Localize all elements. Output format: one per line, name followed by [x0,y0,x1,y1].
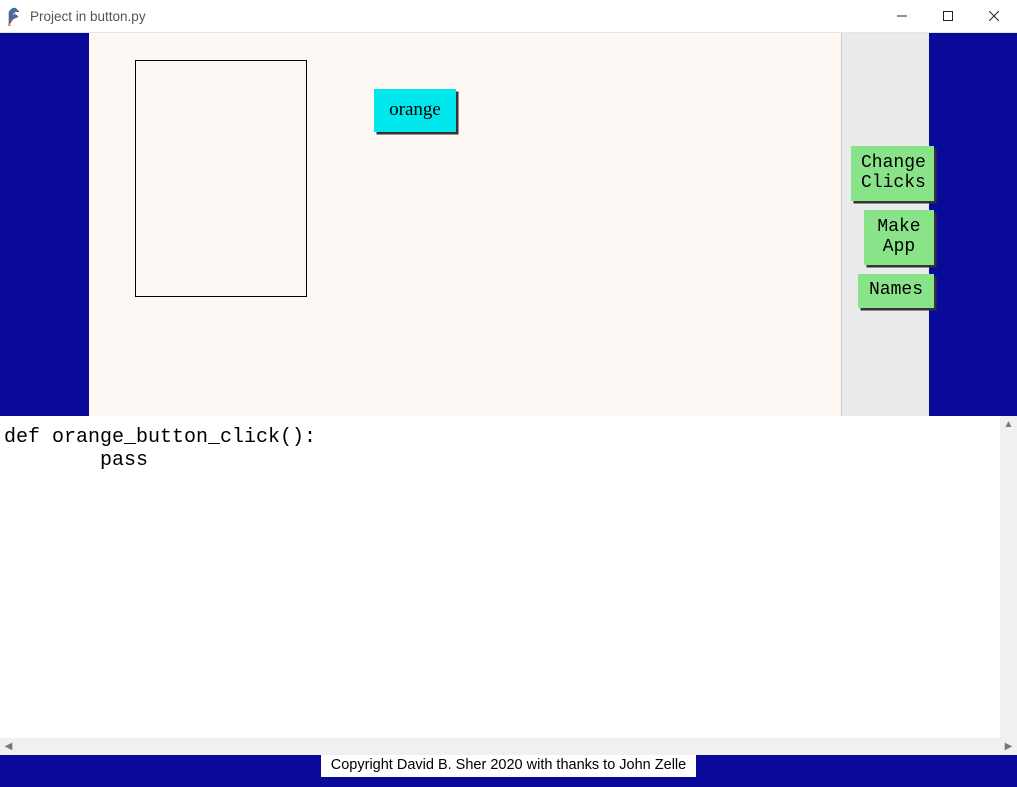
scroll-up-icon[interactable]: ▲ [1000,416,1017,433]
close-button[interactable] [971,0,1017,33]
scroll-left-icon[interactable]: ◀ [0,738,17,755]
main-frame: orange Change Clicks Make App Names [0,33,1017,416]
footer-bar: Copyright David B. Sher 2020 with thanks… [0,755,1017,787]
names-button[interactable]: Names [858,274,934,308]
orange-button[interactable]: orange [374,89,456,132]
drawn-rectangle [135,60,307,297]
code-text[interactable]: def orange_button_click(): pass [0,416,1017,736]
canvas-panel: orange [89,33,842,416]
minimize-button[interactable] [879,0,925,33]
title-bar: Project in button.py [0,0,1017,33]
horizontal-scrollbar[interactable]: ◀ ▶ [0,738,1017,755]
right-margin [929,33,1017,416]
change-clicks-button[interactable]: Change Clicks [851,146,934,201]
control-sidebar: Change Clicks Make App Names [842,33,929,416]
make-app-button[interactable]: Make App [864,210,934,265]
window-title: Project in button.py [30,9,879,24]
tk-feather-icon [6,6,22,26]
copyright-label: Copyright David B. Sher 2020 with thanks… [321,755,696,777]
maximize-button[interactable] [925,0,971,33]
scroll-right-icon[interactable]: ▶ [1000,738,1017,755]
left-margin [0,33,89,416]
code-panel: def orange_button_click(): pass ▲ ◀ ▶ [0,416,1017,755]
vertical-scrollbar[interactable]: ▲ [1000,416,1017,738]
